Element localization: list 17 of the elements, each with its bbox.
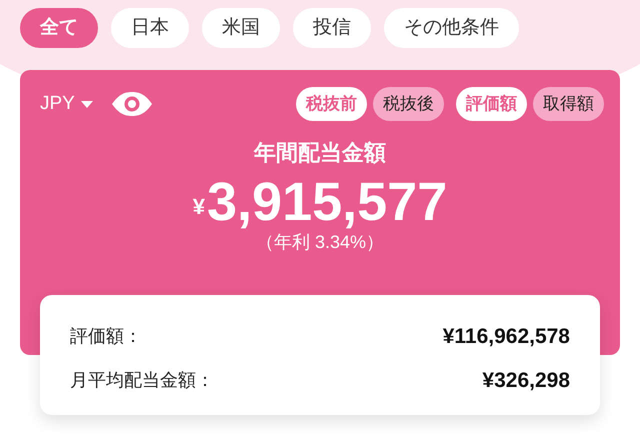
annual-yield: （年利 3.34%） (254, 231, 386, 253)
detail-label: 評価額： (70, 325, 142, 348)
currency-label: JPY (40, 92, 75, 116)
filter-chip[interactable]: 米国 (202, 8, 280, 48)
detail-label: 月平均配当金額： (70, 368, 214, 392)
filter-chip[interactable]: その他条件 (384, 8, 519, 48)
tax-toggle-option[interactable]: 税抜後 (373, 87, 444, 121)
annual-dividend-title: 年間配当金額 (252, 139, 387, 167)
detail-value: ¥116,962,578 (442, 324, 570, 350)
yen-symbol: ¥ (192, 193, 205, 221)
annual-dividend-amount: 3,915,577 (207, 173, 448, 231)
filter-chip[interactable]: 日本 (111, 8, 189, 48)
filter-chip[interactable]: 投信 (293, 8, 371, 48)
basis-toggle-option[interactable]: 取得額 (533, 87, 604, 121)
caret-icon (80, 100, 93, 108)
eye-icon[interactable] (110, 91, 153, 117)
detail-value: ¥326,298 (482, 368, 570, 394)
